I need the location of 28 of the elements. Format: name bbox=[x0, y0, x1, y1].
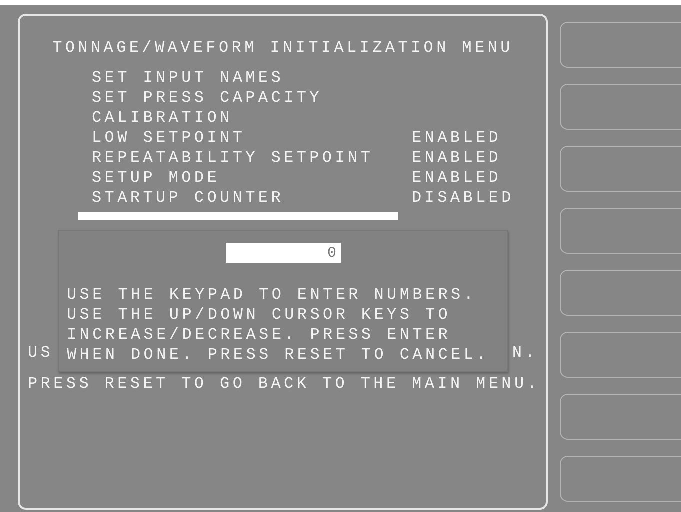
menu-item[interactable]: REPEATABILITY SETPOINT bbox=[92, 148, 412, 168]
status-text: ENABLED bbox=[412, 128, 503, 148]
menu-item[interactable]: SET PRESS CAPACITY bbox=[92, 88, 412, 108]
status-text: ENABLED bbox=[412, 168, 503, 188]
menu-item[interactable]: LOW SETPOINT bbox=[92, 128, 412, 148]
status-text: ENABLED bbox=[412, 148, 503, 168]
soft-key[interactable] bbox=[560, 332, 681, 378]
soft-key[interactable] bbox=[560, 22, 681, 68]
menu-title: TONNAGE/WAVEFORM INITIALIZATION MENU bbox=[52, 38, 514, 58]
menu-item[interactable]: SETUP MODE bbox=[92, 168, 412, 188]
instruction-text: PRESS RESET TO GO BACK TO THE MAIN MENU. bbox=[28, 374, 542, 394]
soft-key[interactable] bbox=[560, 456, 681, 502]
instruction-fragment: N. bbox=[512, 343, 538, 363]
dialog-message-line: WHEN DONE. PRESS RESET TO CANCEL. bbox=[67, 345, 490, 365]
menu-item[interactable]: STARTUP COUNTER bbox=[92, 188, 412, 208]
menu-item[interactable]: CALIBRATION bbox=[92, 108, 412, 128]
soft-key[interactable] bbox=[560, 394, 681, 440]
soft-key[interactable] bbox=[560, 270, 681, 316]
soft-key[interactable] bbox=[560, 146, 681, 192]
dialog-message-line: INCREASE/DECREASE. PRESS ENTER bbox=[67, 325, 452, 345]
status-text: DISABLED bbox=[412, 188, 516, 208]
number-field[interactable]: 0 bbox=[226, 243, 340, 263]
instruction-fragment: US bbox=[28, 343, 54, 363]
dialog-message-line: USE THE KEYPAD TO ENTER NUMBERS. bbox=[67, 285, 478, 305]
menu-item[interactable]: SET INPUT NAMES bbox=[92, 68, 412, 88]
dialog-message-line: USE THE UP/DOWN CURSOR KEYS TO bbox=[67, 305, 452, 325]
soft-key[interactable] bbox=[560, 84, 681, 130]
soft-key[interactable] bbox=[560, 208, 681, 254]
